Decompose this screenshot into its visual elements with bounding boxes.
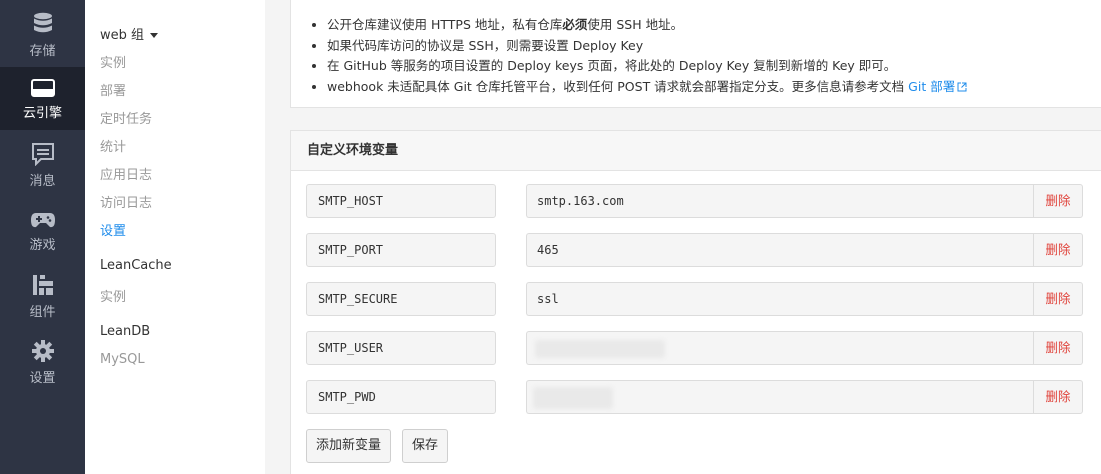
save-button[interactable]: 保存 bbox=[402, 429, 449, 463]
submenu-item-app-log[interactable]: 应用日志 bbox=[100, 164, 152, 183]
external-link-icon bbox=[957, 82, 967, 91]
group-web-title: web 组 bbox=[100, 28, 145, 43]
database-icon bbox=[33, 12, 52, 33]
env-value-field[interactable]: ssl bbox=[526, 282, 1034, 316]
gear-icon bbox=[31, 340, 54, 362]
note-deploy-key: 如果代码库访问的协议是 SSH，则需要设置 Deploy Key bbox=[327, 36, 967, 57]
group-leandb-title: LeanDB bbox=[100, 324, 151, 339]
env-value-field-redacted[interactable] bbox=[526, 331, 1034, 365]
env-value-field[interactable]: 465 bbox=[526, 233, 1034, 267]
nav-item-components[interactable]: 组件 bbox=[0, 264, 85, 328]
submenu-item-stats[interactable]: 统计 bbox=[100, 136, 126, 155]
env-vars-panel: 自定义环境变量 SMTP_HOST smtp.163.com 删除 SMTP_P… bbox=[290, 130, 1101, 474]
nav-item-settings[interactable]: 设置 bbox=[0, 330, 85, 394]
delete-button[interactable]: 删除 bbox=[1033, 184, 1083, 218]
env-key-field[interactable]: SMTP_PORT bbox=[306, 233, 496, 267]
server-icon bbox=[30, 79, 55, 97]
nav-item-storage[interactable]: 存储 bbox=[0, 0, 85, 67]
nav-label-message: 消息 bbox=[29, 174, 56, 189]
notes-list: 公开仓库建议使用 HTTPS 地址，私有仓库必须使用 SSH 地址。 如果代码库… bbox=[327, 15, 967, 97]
nav-label-components: 组件 bbox=[29, 305, 56, 320]
message-icon bbox=[31, 143, 54, 166]
note-webhook: webhook 未适配具体 Git 仓库托管平台，收到任何 POST 请求就会部… bbox=[327, 77, 967, 98]
main-content: 公开仓库建议使用 HTTPS 地址，私有仓库必须使用 SSH 地址。 如果代码库… bbox=[265, 0, 1101, 474]
group-web-toggle[interactable]: web 组 bbox=[100, 24, 159, 43]
nav-label-settings: 设置 bbox=[29, 371, 56, 386]
submenu-item-settings[interactable]: 设置 bbox=[100, 220, 126, 239]
note-https-ssh: 公开仓库建议使用 HTTPS 地址，私有仓库必须使用 SSH 地址。 bbox=[327, 15, 967, 36]
env-key-field[interactable]: SMTP_SECURE bbox=[306, 282, 496, 316]
git-deploy-doc-link[interactable]: Git 部署 bbox=[908, 79, 967, 94]
submenu-item-instances[interactable]: 实例 bbox=[100, 52, 126, 71]
group-leancache-title: LeanCache bbox=[100, 258, 172, 273]
note-github-keys: 在 GitHub 等服务的项目设置的 Deploy keys 页面，将此处的 D… bbox=[327, 56, 967, 77]
submenu-item-cache-instances[interactable]: 实例 bbox=[100, 286, 126, 305]
redacted-value bbox=[533, 387, 613, 409]
env-key-field[interactable]: SMTP_USER bbox=[306, 331, 496, 365]
gamepad-icon bbox=[30, 213, 55, 228]
nav-item-engine[interactable]: 云引擎 bbox=[0, 67, 85, 130]
redacted-value bbox=[535, 340, 665, 358]
nav-label-game: 游戏 bbox=[29, 238, 56, 253]
env-value-field[interactable]: smtp.163.com bbox=[526, 184, 1034, 218]
delete-button[interactable]: 删除 bbox=[1033, 282, 1083, 316]
engine-submenu: web 组 实例 部署 定时任务 统计 应用日志 访问日志 设置 LeanCac… bbox=[85, 0, 265, 474]
submenu-item-access-log[interactable]: 访问日志 bbox=[100, 192, 152, 211]
caret-down-icon bbox=[150, 33, 159, 38]
env-value-field-redacted[interactable] bbox=[526, 380, 1034, 414]
nav-label-storage: 存储 bbox=[29, 44, 56, 59]
submenu-item-cron[interactable]: 定时任务 bbox=[100, 108, 152, 127]
components-icon bbox=[32, 275, 53, 295]
submenu-item-deploy[interactable]: 部署 bbox=[100, 80, 126, 99]
env-vars-title: 自定义环境变量 bbox=[291, 131, 1101, 171]
nav-item-game[interactable]: 游戏 bbox=[0, 198, 85, 262]
main-nav-rail: 存储 云引擎 消息 游戏 组件 设置 bbox=[0, 0, 85, 474]
env-key-field[interactable]: SMTP_PWD bbox=[306, 380, 496, 414]
add-variable-button[interactable]: 添加新变量 bbox=[306, 429, 392, 463]
nav-item-message[interactable]: 消息 bbox=[0, 132, 85, 196]
submenu-item-mysql[interactable]: MySQL bbox=[100, 352, 145, 367]
delete-button[interactable]: 删除 bbox=[1033, 380, 1083, 414]
nav-label-engine: 云引擎 bbox=[22, 106, 62, 121]
delete-button[interactable]: 删除 bbox=[1033, 331, 1083, 365]
delete-button[interactable]: 删除 bbox=[1033, 233, 1083, 267]
deploy-notes: 公开仓库建议使用 HTTPS 地址，私有仓库必须使用 SSH 地址。 如果代码库… bbox=[290, 0, 1101, 108]
env-key-field[interactable]: SMTP_HOST bbox=[306, 184, 496, 218]
